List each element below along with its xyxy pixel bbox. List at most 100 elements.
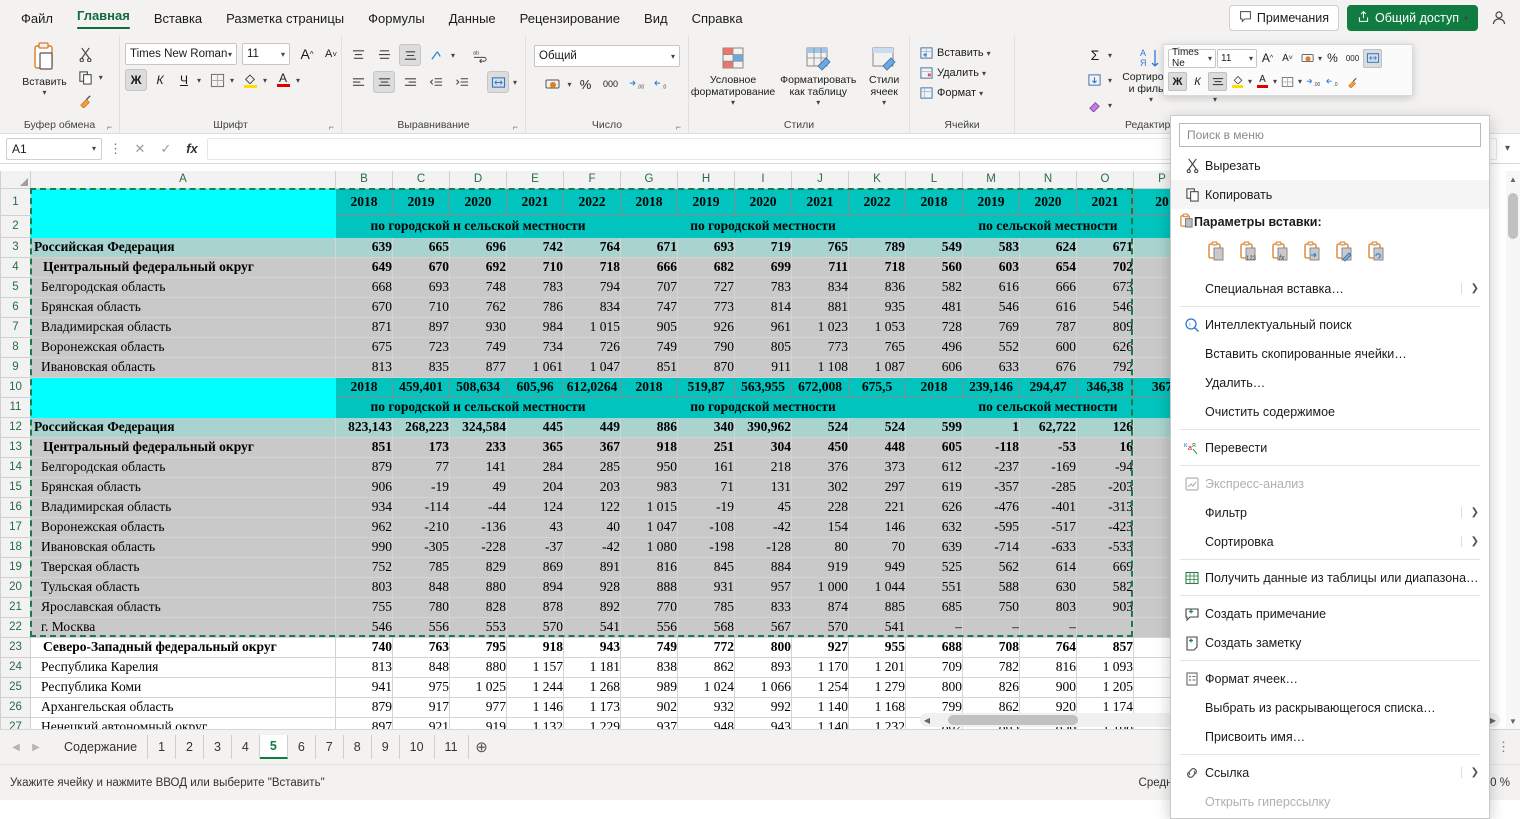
cell-r16-c3[interactable]: 124 [506, 496, 564, 518]
row10-cell-13[interactable]: 346,38 [1076, 376, 1134, 398]
chevron-down-icon[interactable]: ▾ [1108, 51, 1112, 60]
cell-r14-c1[interactable]: 77 [392, 456, 450, 478]
cell-r22-c3[interactable]: 570 [506, 616, 564, 638]
cell-r19-c3[interactable]: 869 [506, 556, 564, 578]
cell-r17-c13[interactable]: -423 [1076, 516, 1134, 538]
cell-r23-c5[interactable]: 749 [620, 636, 678, 658]
cell-r7-c9[interactable]: 1 053 [848, 316, 906, 338]
paste-all-icon[interactable] [1207, 241, 1227, 266]
bold-button[interactable]: Ж [125, 69, 147, 91]
cell-r7-c5[interactable]: 905 [620, 316, 678, 338]
region-label-15[interactable]: Брянская область [30, 476, 336, 498]
cell-r12-c13[interactable]: 126 [1076, 416, 1134, 438]
cell-r16-c8[interactable]: 228 [791, 496, 849, 518]
cell-r9-c5[interactable]: 851 [620, 356, 678, 378]
tab-home[interactable]: Главная [66, 3, 141, 34]
cell-r20-c6[interactable]: 931 [677, 576, 735, 598]
cell-r22-c5[interactable]: 556 [620, 616, 678, 638]
region-label-21[interactable]: Ярославская область [30, 596, 336, 618]
cell-r20-c7[interactable]: 957 [734, 576, 792, 598]
cell-r3-c1[interactable]: 665 [392, 236, 450, 258]
cell-r18-c10[interactable]: 639 [905, 536, 963, 558]
merge-cells-icon[interactable] [487, 71, 509, 93]
cell-r17-c10[interactable]: 632 [905, 516, 963, 538]
cell-r9-c0[interactable]: 813 [335, 356, 393, 378]
cell-r14-c6[interactable]: 161 [677, 456, 735, 478]
number-dialog-launcher[interactable]: ⌐ [676, 122, 681, 132]
cell-r23-c3[interactable]: 918 [506, 636, 564, 658]
cell-r12-c9[interactable]: 524 [848, 416, 906, 438]
cell-r24-c9[interactable]: 1 201 [848, 656, 906, 678]
cell-r7-c10[interactable]: 728 [905, 316, 963, 338]
cell-r3-c7[interactable]: 719 [734, 236, 792, 258]
mini-format-painter-icon[interactable] [1343, 72, 1362, 91]
mini-borders-icon[interactable] [1278, 72, 1297, 91]
cell-r13-c4[interactable]: 367 [563, 436, 621, 458]
row-header-21[interactable]: 21 [0, 596, 31, 618]
row10-cell-2[interactable]: 508,634 [449, 376, 507, 398]
font-size-select[interactable]: 11 ▾ [242, 43, 290, 65]
cell-r15-c10[interactable]: 619 [905, 476, 963, 498]
cell-r5-c13[interactable]: 673 [1076, 276, 1134, 298]
cell-r20-c2[interactable]: 880 [449, 576, 507, 598]
cell-r4-c9[interactable]: 718 [848, 256, 906, 278]
cell-r25-c7[interactable]: 1 066 [734, 676, 792, 698]
cell-r14-c10[interactable]: 612 [905, 456, 963, 478]
cell-r15-c4[interactable]: 203 [563, 476, 621, 498]
cell-r26-c3[interactable]: 1 146 [506, 696, 564, 718]
cell-r16-c7[interactable]: 45 [734, 496, 792, 518]
chevron-down-icon[interactable]: ▾ [1248, 77, 1252, 86]
band-label-3[interactable]: по сельской местности [905, 214, 1191, 238]
row10-cell-9[interactable]: 675,5 [848, 376, 906, 398]
cell-r7-c7[interactable]: 961 [734, 316, 792, 338]
cell-r23-c6[interactable]: 772 [677, 636, 735, 658]
sheet-tab-6[interactable]: 6 [288, 735, 316, 759]
align-bottom-icon[interactable] [399, 44, 421, 66]
row-header-1[interactable]: 1 [0, 187, 31, 216]
tab-data[interactable]: Данные [438, 6, 507, 31]
region-label-16[interactable]: Владимирская область [30, 496, 336, 518]
cell-r23-c8[interactable]: 927 [791, 636, 849, 658]
cell-r25-c0[interactable]: 941 [335, 676, 393, 698]
cell-r9-c2[interactable]: 877 [449, 356, 507, 378]
cell-r14-c13[interactable]: -94 [1076, 456, 1134, 478]
sheet-tab-4[interactable]: 4 [232, 735, 260, 759]
cell-r5-c3[interactable]: 783 [506, 276, 564, 298]
cell-r3-c2[interactable]: 696 [449, 236, 507, 258]
cell-A1-merged[interactable] [30, 187, 336, 238]
menu-item-очистить-содержимое[interactable]: Очистить содержимое [1171, 397, 1489, 426]
cell-r16-c4[interactable]: 122 [563, 496, 621, 518]
cell-r22-c8[interactable]: 570 [791, 616, 849, 638]
paste-values-icon[interactable]: 123 [1239, 241, 1259, 266]
cell-r8-c10[interactable]: 496 [905, 336, 963, 358]
row-header-11[interactable]: 11 [0, 396, 31, 418]
year-header-6[interactable]: 2019 [677, 187, 735, 216]
menu-item-вставить-скопированные-ячейки[interactable]: Вставить скопированные ячейки… [1171, 339, 1489, 368]
cell-r9-c7[interactable]: 911 [734, 356, 792, 378]
font-color-icon[interactable]: A [272, 69, 294, 91]
row-header-14[interactable]: 14 [0, 456, 31, 478]
fx-icon[interactable]: fx [181, 138, 203, 160]
cell-r17-c4[interactable]: 40 [563, 516, 621, 538]
cell-r4-c6[interactable]: 682 [677, 256, 735, 278]
cell-r14-c0[interactable]: 879 [335, 456, 393, 478]
cell-r13-c10[interactable]: 605 [905, 436, 963, 458]
cell-r7-c3[interactable]: 984 [506, 316, 564, 338]
cell-r16-c0[interactable]: 934 [335, 496, 393, 518]
cell-r19-c6[interactable]: 845 [677, 556, 735, 578]
cell-r17-c9[interactable]: 146 [848, 516, 906, 538]
menu-item-создать-примечание[interactable]: Создать примечание [1171, 599, 1489, 628]
cell-r14-c3[interactable]: 284 [506, 456, 564, 478]
cell-r13-c11[interactable]: -118 [962, 436, 1020, 458]
chevron-down-icon[interactable]: ▾ [513, 78, 517, 87]
cell-r25-c10[interactable]: 800 [905, 676, 963, 698]
name-box[interactable]: A1 ▾ [6, 137, 102, 160]
cell-r4-c3[interactable]: 710 [506, 256, 564, 278]
paste-formulas-icon[interactable]: fx [1271, 241, 1291, 266]
year-header-1[interactable]: 2019 [392, 187, 450, 216]
cell-r25-c3[interactable]: 1 244 [506, 676, 564, 698]
column-header-B[interactable]: B [335, 171, 393, 189]
cell-r7-c12[interactable]: 787 [1019, 316, 1077, 338]
cell-r25-c12[interactable]: 900 [1019, 676, 1077, 698]
cell-r18-c3[interactable]: -37 [506, 536, 564, 558]
